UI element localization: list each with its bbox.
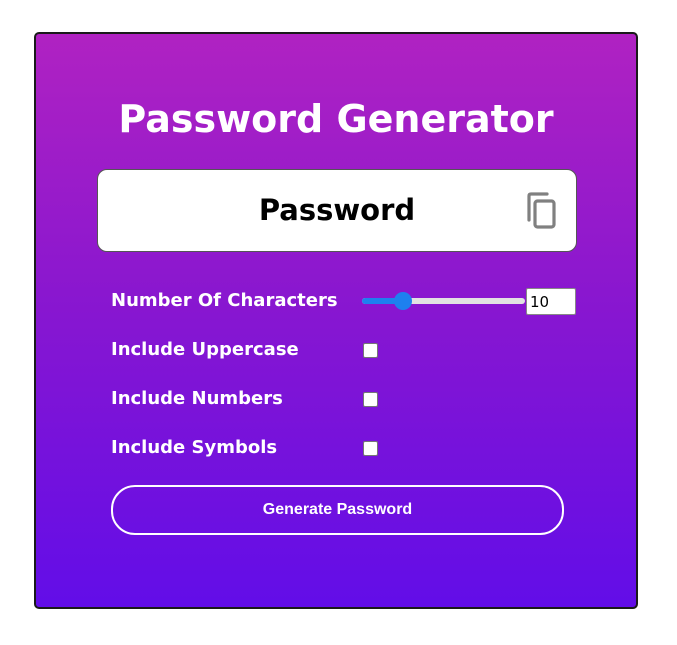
password-display: Password — [97, 169, 577, 252]
password-generator-card: Password Generator Password Number Of Ch… — [34, 32, 638, 609]
numbers-checkbox[interactable] — [363, 392, 378, 407]
password-text: Password — [258, 193, 416, 227]
uppercase-checkbox[interactable] — [363, 343, 378, 358]
copy-icon[interactable] — [525, 192, 559, 230]
characters-slider[interactable] — [362, 286, 525, 316]
slider-track — [362, 298, 525, 304]
generate-password-button[interactable]: Generate Password — [111, 485, 564, 535]
uppercase-row: Include Uppercase — [111, 335, 381, 365]
numbers-label: Include Numbers — [111, 388, 283, 409]
numbers-row: Include Numbers — [111, 384, 381, 414]
symbols-row: Include Symbols — [111, 433, 381, 463]
characters-number-input[interactable] — [526, 288, 576, 315]
slider-thumb[interactable] — [393, 292, 412, 310]
characters-row: Number Of Characters — [111, 286, 581, 316]
uppercase-label: Include Uppercase — [111, 339, 299, 360]
symbols-label: Include Symbols — [111, 437, 278, 458]
page-title: Password Generator — [118, 97, 554, 141]
characters-label: Number Of Characters — [111, 290, 338, 311]
symbols-checkbox[interactable] — [363, 441, 378, 456]
copy-icon-graphic — [527, 192, 556, 229]
